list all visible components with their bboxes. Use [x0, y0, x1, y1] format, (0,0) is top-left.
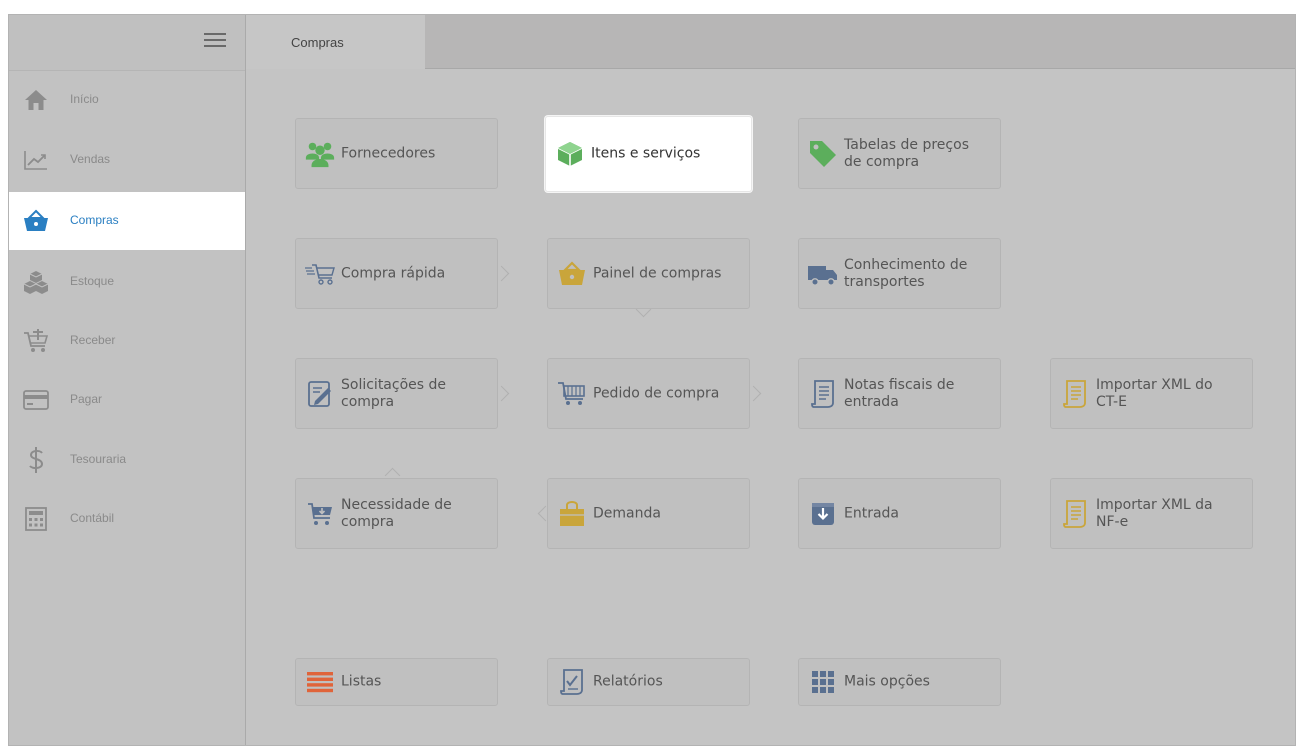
sidebar-item-estoque[interactable]: Estoque	[9, 253, 245, 311]
top-bar: Compras	[246, 15, 1295, 69]
truck-icon	[807, 258, 839, 290]
tile-solicitacoes-compra[interactable]: Solicitações de compra	[295, 358, 498, 429]
invoice-icon	[1059, 378, 1091, 410]
tile-demanda[interactable]: Demanda	[547, 478, 750, 549]
sidebar-item-pagar[interactable]: Pagar	[9, 371, 245, 429]
tile-pedido-compra[interactable]: Pedido de compra	[547, 358, 750, 429]
tile-entrada[interactable]: Entrada	[798, 478, 1001, 549]
invoice-icon	[1059, 498, 1091, 530]
tile-importar-xml-nfe[interactable]: Importar XML da NF-e	[1050, 478, 1253, 549]
tile-label: Relatórios	[593, 673, 663, 690]
tile-notas-fiscais-entrada[interactable]: Notas fiscais de entrada	[798, 358, 1001, 429]
calculator-icon	[23, 506, 49, 532]
tile-itens-servicos[interactable]: Itens e serviços	[545, 116, 752, 192]
download-box-icon	[807, 498, 839, 530]
chart-line-icon	[23, 147, 49, 173]
tile-label: Mais opções	[844, 673, 930, 690]
cart-download-icon	[304, 498, 336, 530]
basket-icon	[556, 258, 588, 290]
tile-label: Demanda	[593, 505, 661, 521]
basket-icon	[23, 208, 49, 234]
grid-icon	[807, 666, 839, 698]
tile-label: Pedido de compra	[593, 385, 720, 401]
sidebar-item-label: Tesouraria	[70, 452, 127, 466]
tile-painel-compras[interactable]: Painel de compras	[547, 238, 750, 309]
credit-card-icon	[23, 387, 49, 413]
app-window: Início Vendas Compras Estoque Receber Pa…	[8, 14, 1296, 746]
tile-label: Solicitações de compra	[341, 376, 447, 410]
tile-compra-rapida[interactable]: Compra rápida	[295, 238, 498, 309]
tile-label: Entrada	[844, 505, 900, 521]
tile-listas[interactable]: Listas	[295, 658, 498, 706]
sidebar-item-contabil[interactable]: Contábil	[9, 490, 245, 548]
cube-icon	[554, 138, 586, 170]
shopping-cart-icon	[556, 378, 588, 410]
tile-label: Listas	[341, 673, 382, 690]
tab-compras[interactable]: Compras	[246, 15, 425, 69]
tile-label: Importar XML da NF-e	[1096, 496, 1213, 530]
sidebar-item-label: Estoque	[70, 274, 115, 288]
sidebar-header	[9, 15, 245, 71]
boxes-icon	[23, 269, 49, 295]
sidebar: Início Vendas Compras Estoque Receber Pa…	[9, 15, 246, 745]
fast-cart-icon	[304, 258, 336, 290]
tile-tabelas-precos[interactable]: Tabelas de preços de compra	[798, 118, 1001, 189]
sidebar-item-label: Pagar	[70, 392, 103, 406]
home-icon	[23, 87, 49, 113]
sidebar-item-compras[interactable]: Compras	[9, 192, 245, 250]
sidebar-item-label: Receber	[70, 333, 116, 347]
tile-conhecimento-transportes[interactable]: Conhecimento de transportes	[798, 238, 1001, 309]
tile-label: Fornecedores	[341, 145, 436, 161]
price-tag-icon	[807, 138, 839, 170]
sidebar-item-label: Início	[70, 92, 99, 106]
shopping-bag-icon	[556, 498, 588, 530]
tile-label: Tabelas de preços de compra	[844, 136, 969, 170]
cart-add-icon	[23, 328, 49, 354]
hamburger-menu-icon[interactable]	[204, 33, 226, 49]
sidebar-item-label: Contábil	[70, 511, 115, 525]
tile-label: Itens e serviços	[591, 145, 701, 162]
sidebar-item-vendas[interactable]: Vendas	[9, 131, 245, 189]
tile-label: Importar XML do CT-E	[1096, 376, 1213, 410]
sidebar-item-inicio[interactable]: Início	[9, 71, 245, 129]
tile-relatorios[interactable]: Relatórios	[547, 658, 750, 706]
tile-mais-opcoes[interactable]: Mais opções	[798, 658, 1001, 706]
tile-label: Necessidade de compra	[341, 496, 452, 530]
tile-label: Compra rápida	[341, 265, 446, 281]
sidebar-item-label: Compras	[70, 213, 119, 227]
tile-label: Notas fiscais de entrada	[844, 376, 955, 410]
tile-importar-xml-cte[interactable]: Importar XML do CT-E	[1050, 358, 1253, 429]
report-icon	[556, 666, 588, 698]
sidebar-item-tesouraria[interactable]: Tesouraria	[9, 431, 245, 489]
people-group-icon	[304, 138, 336, 170]
list-icon	[304, 666, 336, 698]
tab-label: Compras	[291, 34, 344, 50]
sidebar-item-receber[interactable]: Receber	[9, 312, 245, 370]
tile-label: Painel de compras	[593, 265, 722, 281]
invoice-icon	[807, 378, 839, 410]
sidebar-item-label: Vendas	[70, 152, 111, 166]
tile-label: Conhecimento de transportes	[844, 256, 968, 290]
tile-necessidade-compra[interactable]: Necessidade de compra	[295, 478, 498, 549]
dollar-icon	[23, 447, 49, 473]
tile-fornecedores[interactable]: Fornecedores	[295, 118, 498, 189]
edit-document-icon	[304, 378, 336, 410]
